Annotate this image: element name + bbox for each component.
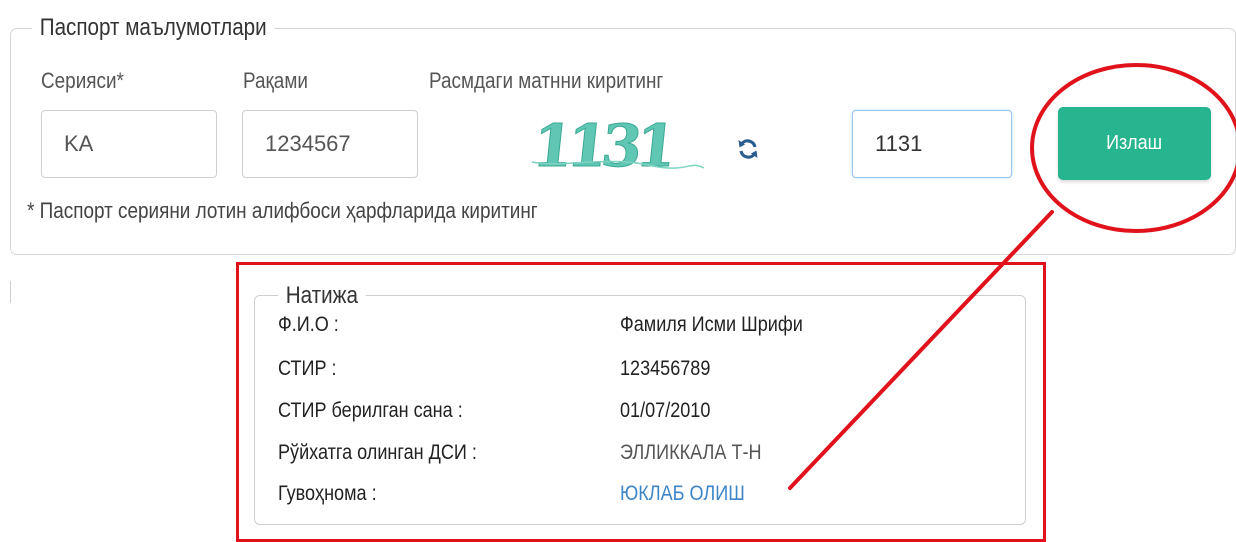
stir-date-label: СТИР берилган сана : [278, 399, 463, 422]
fio-value: Фамиля Исми Шрифи [620, 313, 803, 336]
number-input[interactable] [242, 110, 418, 178]
divider [10, 281, 11, 303]
captcha-image: 1131 [529, 111, 705, 180]
refresh-icon[interactable] [737, 138, 759, 160]
download-certificate-link[interactable]: ЮКЛАБ ОЛИШ [620, 482, 745, 505]
series-input[interactable] [41, 110, 217, 178]
fio-label: Ф.И.О : [278, 313, 339, 336]
captcha-input[interactable] [852, 110, 1012, 178]
tax-office-value: ЭЛЛИККАЛА Т-Н [620, 441, 762, 464]
series-label: Серияси* [41, 68, 124, 93]
certificate-link-wrap: ЮКЛАБ ОЛИШ [620, 482, 745, 506]
certificate-label: Гувоҳнома : [278, 482, 377, 505]
series-hint-note: * Паспорт серияни лотин алифбоси ҳарфлар… [27, 198, 538, 223]
search-button-label: Излаш [1106, 132, 1163, 154]
passport-legend: Паспорт маълумотлари [32, 14, 275, 42]
stir-label: СТИР : [278, 357, 337, 380]
captcha-text: 1131 [529, 111, 674, 180]
stir-date-value: 01/07/2010 [620, 399, 711, 422]
number-label: Рақами [243, 68, 308, 93]
captcha-label: Расмдаги матнни киритинг [429, 68, 664, 93]
stir-value: 123456789 [620, 357, 711, 380]
search-button[interactable]: Излаш [1058, 107, 1211, 180]
tax-office-label: Рўйхатга олинган ДСИ : [278, 441, 477, 464]
result-legend: Натижа [278, 282, 366, 310]
